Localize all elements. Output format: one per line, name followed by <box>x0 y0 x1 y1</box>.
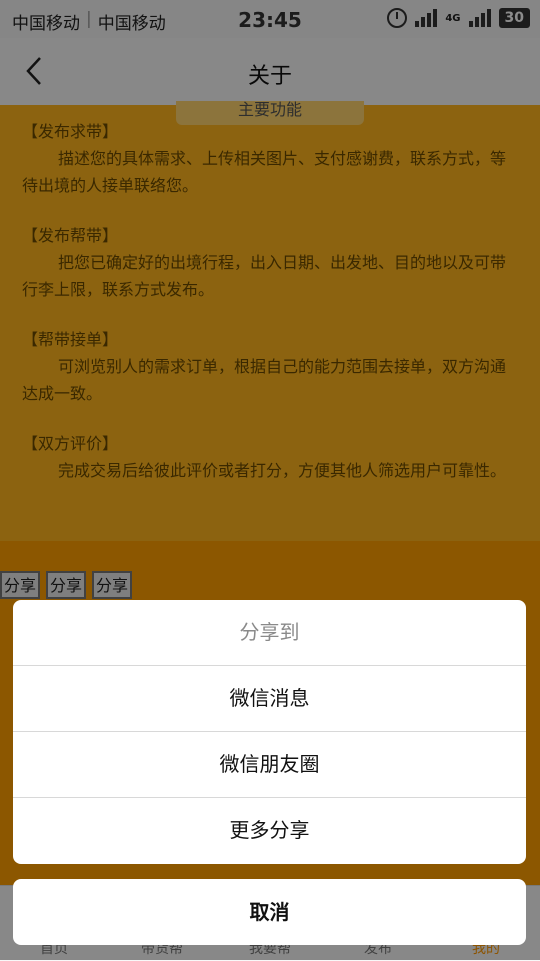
share-action-sheet: 分享到 微信消息 微信朋友圈 更多分享 <box>13 600 526 864</box>
cancel-button[interactable]: 取消 <box>13 879 526 945</box>
share-wechat-message-button[interactable]: 微信消息 <box>13 666 526 732</box>
action-sheet-title: 分享到 <box>13 600 526 666</box>
share-more-button[interactable]: 更多分享 <box>13 798 526 863</box>
share-wechat-moments-button[interactable]: 微信朋友圈 <box>13 732 526 798</box>
